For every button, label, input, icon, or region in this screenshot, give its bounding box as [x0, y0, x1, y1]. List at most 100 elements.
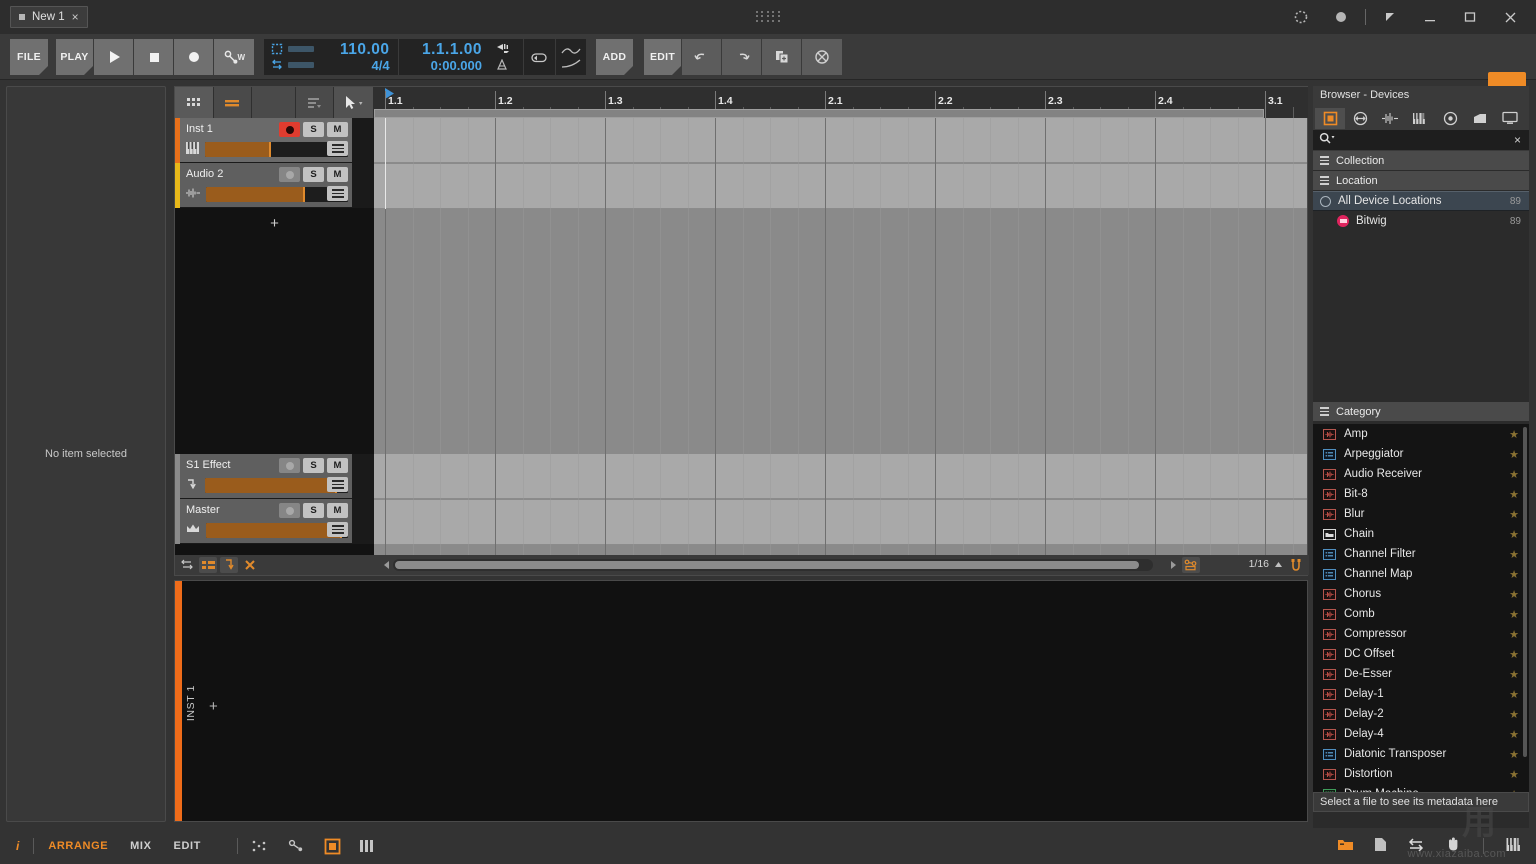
favorite-star-icon[interactable]: ★: [1509, 588, 1519, 601]
record-arm-button[interactable]: [279, 458, 300, 473]
tab-mix[interactable]: MIX: [130, 840, 151, 852]
insert-lane-icon[interactable]: [220, 557, 238, 573]
restore-corner-icon[interactable]: [1370, 0, 1410, 34]
track-lane[interactable]: [374, 500, 1307, 545]
device-list-item[interactable]: Delay-4 ★: [1313, 724, 1529, 744]
search-icon[interactable]: [1319, 132, 1335, 148]
device-panel[interactable]: INST 1 +: [174, 580, 1308, 822]
clear-lane-icon[interactable]: [241, 557, 259, 573]
device-list-item[interactable]: Audio Receiver ★: [1313, 464, 1529, 484]
favorite-star-icon[interactable]: ★: [1509, 648, 1519, 661]
tab-music-icon[interactable]: [1435, 108, 1465, 129]
device-list-item[interactable]: Channel Filter ★: [1313, 544, 1529, 564]
favorite-star-icon[interactable]: ★: [1509, 428, 1519, 441]
device-list-item[interactable]: Amp ★: [1313, 424, 1529, 444]
track-lane[interactable]: [374, 118, 1307, 163]
keyboard-icon[interactable]: [1506, 837, 1522, 855]
add-button[interactable]: ADD: [596, 39, 634, 75]
add-device-button[interactable]: +: [209, 699, 218, 714]
tab-plugins-icon[interactable]: [1495, 108, 1525, 129]
favorite-star-icon[interactable]: ★: [1509, 488, 1519, 501]
grid-resolution-value[interactable]: 1/16: [1249, 558, 1269, 570]
device-list-item[interactable]: Comb ★: [1313, 604, 1529, 624]
track-header[interactable]: S1 Effect S M: [175, 454, 374, 499]
track-header[interactable]: Audio 2 SM: [175, 163, 374, 208]
tab-edit[interactable]: EDIT: [174, 840, 201, 852]
maximize-button[interactable]: [1450, 0, 1490, 34]
track-menu-button[interactable]: [327, 477, 348, 492]
file-button[interactable]: FILE: [10, 39, 48, 75]
track-lane[interactable]: [374, 454, 1307, 499]
device-list-item[interactable]: Compressor ★: [1313, 624, 1529, 644]
favorite-star-icon[interactable]: ★: [1509, 708, 1519, 721]
record-arm-button[interactable]: [279, 503, 300, 518]
record-button[interactable]: [174, 39, 214, 75]
device-list-item[interactable]: Diatonic Transposer ★: [1313, 744, 1529, 764]
fade-curves-toggle[interactable]: [556, 39, 586, 75]
device-list-item[interactable]: Delay-2 ★: [1313, 704, 1529, 724]
solo-button[interactable]: S: [303, 458, 324, 473]
mixer-toggle-icon[interactable]: [359, 839, 375, 853]
favorite-star-icon[interactable]: ★: [1509, 568, 1519, 581]
solo-button[interactable]: S: [303, 122, 324, 137]
arranger-grid[interactable]: [374, 118, 1307, 555]
device-list-item[interactable]: Chorus ★: [1313, 584, 1529, 604]
undo-button[interactable]: [682, 39, 722, 75]
edit-button[interactable]: EDIT: [644, 39, 682, 75]
horizontal-scrollbar[interactable]: [393, 559, 1153, 571]
tab-multisamples-icon[interactable]: [1405, 108, 1435, 129]
play-button[interactable]: [94, 39, 134, 75]
record-arm-button[interactable]: [279, 122, 300, 137]
device-list-item[interactable]: Blur ★: [1313, 504, 1529, 524]
favorite-star-icon[interactable]: ★: [1509, 688, 1519, 701]
scroll-right-icon[interactable]: [1164, 557, 1182, 573]
favorite-star-icon[interactable]: ★: [1509, 628, 1519, 641]
browser-section-collection[interactable]: Collection: [1313, 151, 1529, 171]
position-field[interactable]: 1.1.1.00 0:00.000: [399, 39, 490, 75]
loop-toggle[interactable]: [524, 39, 556, 75]
track-menu-button[interactable]: [327, 522, 348, 537]
device-list-item[interactable]: DC Offset ★: [1313, 644, 1529, 664]
redo-button[interactable]: [722, 39, 762, 75]
delete-button[interactable]: [802, 39, 842, 75]
location-row-all-device-locations[interactable]: All Device Locations 89: [1313, 191, 1529, 211]
loop-region-bar[interactable]: [374, 109, 1264, 118]
mute-button[interactable]: M: [327, 503, 348, 518]
device-list-item[interactable]: De-Esser ★: [1313, 664, 1529, 684]
track-header[interactable]: Inst 1 SM: [175, 118, 374, 163]
folder-icon[interactable]: [1337, 838, 1354, 855]
device-list-item[interactable]: Distortion ★: [1313, 764, 1529, 784]
pointer-tool-button[interactable]: [334, 87, 374, 118]
arranger-record-mode[interactable]: [271, 43, 314, 55]
mute-button[interactable]: M: [327, 122, 348, 137]
device-list-item[interactable]: Arpeggiator ★: [1313, 444, 1529, 464]
location-row-bitwig[interactable]: Bitwig 89: [1313, 211, 1529, 231]
punch-toggle-group[interactable]: [490, 39, 524, 75]
device-list-item[interactable]: Delay-1 ★: [1313, 684, 1529, 704]
record-arm-button[interactable]: [279, 167, 300, 182]
dashed-circle-icon[interactable]: [1281, 0, 1321, 34]
play-mode-button[interactable]: PLAY: [56, 39, 94, 75]
favorite-star-icon[interactable]: ★: [1509, 668, 1519, 681]
favorite-star-icon[interactable]: ★: [1509, 448, 1519, 461]
mute-button[interactable]: M: [327, 458, 348, 473]
solo-button[interactable]: S: [303, 503, 324, 518]
tempo-field[interactable]: 110.00 4/4: [321, 39, 399, 75]
launch-quantize-mode[interactable]: [271, 59, 314, 71]
favorite-star-icon[interactable]: ★: [1509, 608, 1519, 621]
track-lane[interactable]: [374, 164, 1307, 209]
transport-mode-icons[interactable]: [264, 39, 321, 75]
file-icon[interactable]: [1374, 837, 1387, 855]
device-list-item[interactable]: Channel Map ★: [1313, 564, 1529, 584]
favorite-star-icon[interactable]: ★: [1509, 548, 1519, 561]
mute-button[interactable]: M: [327, 167, 348, 182]
tab-samples-icon[interactable]: [1375, 108, 1405, 129]
browser-vertical-scrollbar[interactable]: [1523, 427, 1527, 757]
device-panel-toggle-icon[interactable]: [324, 838, 341, 855]
device-list-item[interactable]: Chain ★: [1313, 524, 1529, 544]
device-list[interactable]: Amp ★ Arpeggiator ★ Audio Receiver ★ Bit-8 ★ Blu…: [1313, 424, 1529, 812]
grid-resolution-arrow-icon[interactable]: [1269, 557, 1287, 573]
browser-section-category[interactable]: Category: [1313, 402, 1529, 422]
minimize-button[interactable]: [1410, 0, 1450, 34]
track-header[interactable]: Master S M: [175, 499, 374, 544]
